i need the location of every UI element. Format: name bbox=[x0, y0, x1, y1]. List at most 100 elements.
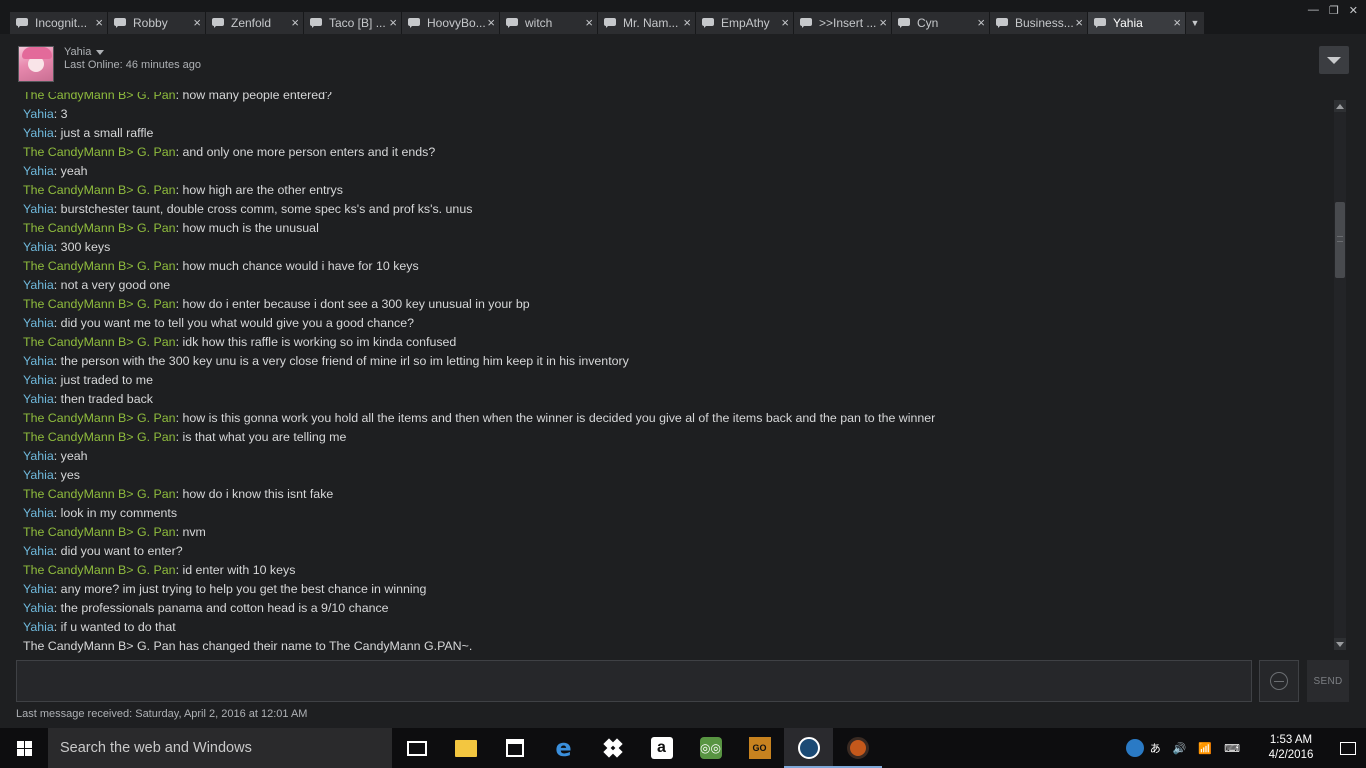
avatar[interactable] bbox=[18, 46, 54, 82]
message-speaker[interactable]: Yahia bbox=[23, 278, 54, 292]
chat-bubble-icon bbox=[898, 18, 910, 28]
chat-message: Yahia: did you want me to tell you what … bbox=[23, 316, 415, 330]
start-button[interactable] bbox=[0, 728, 48, 768]
chat-scrollbar[interactable] bbox=[1334, 100, 1346, 650]
tabs-overflow-button[interactable]: ▼ bbox=[1186, 12, 1204, 34]
scroll-up-button[interactable] bbox=[1334, 100, 1346, 112]
csgo-button[interactable]: GO bbox=[735, 728, 784, 768]
message-text: is that what you are telling me bbox=[182, 430, 347, 444]
message-speaker[interactable]: Yahia bbox=[23, 202, 54, 216]
message-speaker[interactable]: Yahia bbox=[23, 506, 54, 520]
message-speaker[interactable]: The CandyMann B> G. Pan bbox=[23, 335, 176, 349]
clock-date: 4/2/2016 bbox=[1268, 749, 1314, 761]
emoticon-button[interactable] bbox=[1259, 660, 1299, 702]
message-speaker[interactable]: Yahia bbox=[23, 620, 54, 634]
task-view-icon bbox=[406, 740, 427, 756]
message-speaker[interactable]: Yahia bbox=[23, 544, 54, 558]
chat-tab[interactable]: Mr. Nam... × bbox=[598, 12, 696, 34]
network-icon[interactable]: 📶 bbox=[1198, 742, 1212, 755]
message-speaker[interactable]: The CandyMann B> G. Pan bbox=[23, 430, 176, 444]
volume-icon[interactable]: 🔊 bbox=[1173, 742, 1187, 755]
close-icon[interactable]: × bbox=[879, 15, 887, 31]
minimize-button[interactable]: — bbox=[1308, 4, 1319, 17]
message-speaker[interactable]: The CandyMann B> G. Pan bbox=[23, 92, 176, 102]
store-button[interactable] bbox=[490, 728, 539, 768]
chat-tab[interactable]: Yahia × bbox=[1088, 12, 1186, 34]
message-speaker[interactable]: The CandyMann B> G. Pan bbox=[23, 525, 176, 539]
chat-tab[interactable]: witch × bbox=[500, 12, 598, 34]
message-speaker[interactable]: Yahia bbox=[23, 354, 54, 368]
task-view-button[interactable] bbox=[392, 728, 441, 768]
chat-tab[interactable]: Robby × bbox=[108, 12, 206, 34]
edge-button[interactable]: e bbox=[539, 728, 588, 768]
close-icon[interactable]: × bbox=[389, 15, 397, 31]
close-icon[interactable]: × bbox=[585, 15, 593, 31]
tf2-button[interactable] bbox=[833, 728, 882, 768]
message-speaker[interactable]: Yahia bbox=[23, 582, 54, 596]
send-button[interactable]: SEND bbox=[1307, 660, 1349, 702]
message-speaker[interactable]: The CandyMann B> G. Pan bbox=[23, 145, 176, 159]
close-icon[interactable]: × bbox=[487, 15, 495, 31]
tab-label: Business... bbox=[1015, 16, 1073, 30]
message-speaker[interactable]: Yahia bbox=[23, 240, 54, 254]
scroll-down-button[interactable] bbox=[1334, 638, 1346, 650]
message-speaker[interactable]: Yahia bbox=[23, 449, 54, 463]
chat-tab[interactable]: HoovyBo... × bbox=[402, 12, 500, 34]
message-speaker[interactable]: Yahia bbox=[23, 126, 54, 140]
message-speaker[interactable]: The CandyMann B> G. Pan bbox=[23, 297, 176, 311]
message-text: not a very good one bbox=[60, 278, 171, 292]
message-speaker[interactable]: Yahia bbox=[23, 107, 54, 121]
ime-icon[interactable]: あ bbox=[1150, 740, 1161, 756]
close-window-button[interactable]: ✕ bbox=[1349, 4, 1358, 17]
chat-tab[interactable]: Taco [B] ... × bbox=[304, 12, 402, 34]
dropbox-button[interactable] bbox=[588, 728, 637, 768]
close-icon[interactable]: × bbox=[1173, 15, 1181, 31]
close-icon[interactable]: × bbox=[291, 15, 299, 31]
chat-tab[interactable]: >>Insert ... × bbox=[794, 12, 892, 34]
close-icon[interactable]: × bbox=[193, 15, 201, 31]
chat-tab[interactable]: Incognit... × bbox=[10, 12, 108, 34]
chat-tab[interactable]: EmpAthy × bbox=[696, 12, 794, 34]
message-speaker[interactable]: The CandyMann B> G. Pan bbox=[23, 563, 176, 577]
close-icon[interactable]: × bbox=[95, 15, 103, 31]
taskbar-clock[interactable]: 1:53 AM 4/2/2016 bbox=[1246, 733, 1336, 763]
message-speaker[interactable]: Yahia bbox=[23, 373, 54, 387]
amazon-button[interactable]: a bbox=[637, 728, 686, 768]
message-text: yeah bbox=[60, 449, 88, 463]
chat-message: The CandyMann B> G. Pan: nvm bbox=[23, 525, 206, 539]
message-speaker[interactable]: The CandyMann B> G. Pan bbox=[23, 259, 176, 273]
close-icon[interactable]: × bbox=[977, 15, 985, 31]
message-speaker[interactable]: The CandyMann B> G. Pan bbox=[23, 183, 176, 197]
chat-tab[interactable]: Cyn × bbox=[892, 12, 990, 34]
message-speaker[interactable]: Yahia bbox=[23, 316, 54, 330]
dropbox-tray-icon[interactable] bbox=[1125, 739, 1144, 757]
maximize-button[interactable]: ❐ bbox=[1329, 4, 1339, 17]
message-speaker[interactable]: The CandyMann B> G. Pan bbox=[23, 221, 176, 235]
taskbar-search[interactable]: Search the web and Windows bbox=[48, 728, 392, 768]
message-text: how is this gonna work you hold all the … bbox=[182, 411, 936, 425]
scroll-thumb[interactable] bbox=[1335, 202, 1345, 278]
chat-tab[interactable]: Zenfold × bbox=[206, 12, 304, 34]
tripadvisor-button[interactable]: ◎◎ bbox=[686, 728, 735, 768]
close-icon[interactable]: × bbox=[781, 15, 789, 31]
message-speaker[interactable]: Yahia bbox=[23, 164, 54, 178]
taskbar-apps: e a ◎◎ GO bbox=[392, 728, 882, 768]
message-speaker[interactable]: The CandyMann B> G. Pan bbox=[23, 411, 176, 425]
chat-header: Yahia Last Online: 46 minutes ago bbox=[0, 34, 1366, 92]
close-icon[interactable]: × bbox=[1075, 15, 1083, 31]
message-speaker[interactable]: The CandyMann B> G. Pan bbox=[23, 487, 176, 501]
keyboard-icon[interactable]: ⌨ bbox=[1224, 742, 1240, 755]
message-text: did you want me to tell you what would g… bbox=[60, 316, 415, 330]
chat-options-button[interactable] bbox=[1319, 46, 1349, 74]
message-text: idk how this raffle is working so im kin… bbox=[182, 335, 457, 349]
message-speaker[interactable]: Yahia bbox=[23, 468, 54, 482]
message-speaker[interactable]: Yahia bbox=[23, 601, 54, 615]
steam-button[interactable] bbox=[784, 728, 833, 768]
friend-name-menu[interactable]: Yahia bbox=[64, 46, 105, 58]
message-input[interactable] bbox=[16, 660, 1252, 702]
action-center-icon[interactable] bbox=[1340, 741, 1356, 755]
message-speaker[interactable]: Yahia bbox=[23, 392, 54, 406]
close-icon[interactable]: × bbox=[683, 15, 691, 31]
chat-tab[interactable]: Business... × bbox=[990, 12, 1088, 34]
file-explorer-button[interactable] bbox=[441, 728, 490, 768]
